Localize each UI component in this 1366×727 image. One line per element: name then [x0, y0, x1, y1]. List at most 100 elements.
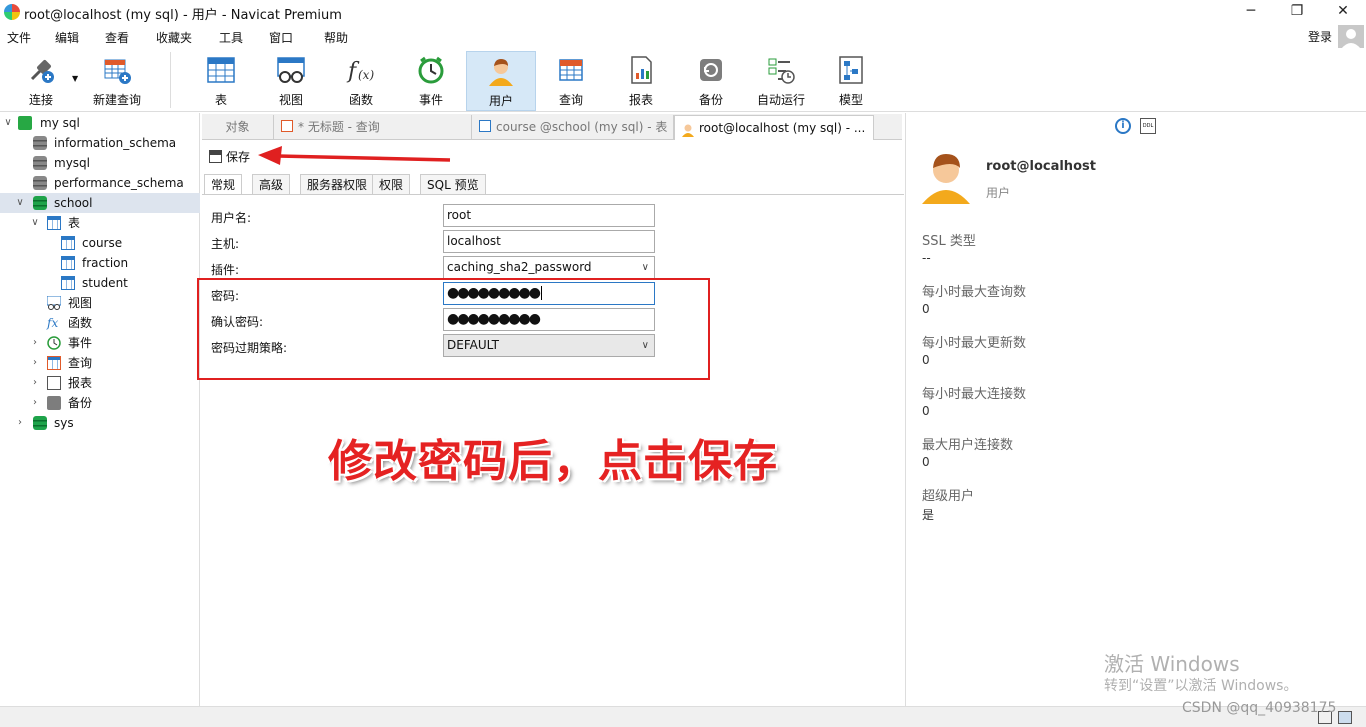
tree-views-folder[interactable]: 视图: [0, 293, 200, 313]
toolbar-query-button[interactable]: 查询: [546, 51, 596, 111]
database-label: information_schema: [54, 136, 177, 150]
max-user-connections-value: 0: [922, 455, 930, 469]
close-button[interactable]: ✕: [1320, 0, 1366, 24]
view-mode-active-icon[interactable]: [1338, 711, 1352, 724]
collapse-icon[interactable]: ∨: [14, 193, 26, 213]
host-field[interactable]: localhost: [443, 230, 655, 253]
expand-icon[interactable]: ›: [29, 333, 41, 353]
toolbar-backup-button[interactable]: 备份: [686, 51, 736, 111]
connect-label: 连接: [28, 93, 53, 107]
tree-table-student[interactable]: student: [0, 273, 200, 293]
username-label: 用户名:: [211, 211, 252, 225]
save-button[interactable]: 保存: [206, 148, 250, 166]
user-type: 用户: [986, 186, 1011, 200]
toolbar-event-button[interactable]: 事件: [406, 51, 456, 111]
database-icon: [33, 416, 47, 430]
new-query-icon: [102, 55, 132, 85]
annotation-text: 修改密码后，点击保存: [328, 436, 778, 487]
database-icon: [33, 136, 47, 150]
collapse-icon[interactable]: ∨: [2, 113, 14, 133]
toolbar-model-button[interactable]: 模型: [826, 51, 876, 111]
tree-queries-folder[interactable]: › 查询: [0, 353, 200, 373]
automation-icon: [766, 55, 796, 85]
table-folder-icon: [47, 216, 61, 230]
tab-root-user[interactable]: root@localhost (my sql) - ...: [674, 115, 874, 140]
expand-icon[interactable]: ›: [14, 413, 26, 433]
report-label: 报表: [628, 93, 653, 107]
connect-button[interactable]: 连接: [18, 51, 64, 111]
clock-icon: [416, 55, 446, 85]
database-label: sys: [54, 416, 74, 430]
ddl-icon[interactable]: DDL: [1140, 118, 1156, 134]
title-bar: root@localhost (my sql) - 用户 - Navicat P…: [0, 0, 1366, 24]
database-label: school: [54, 196, 93, 210]
menu-file[interactable]: 文件: [7, 29, 31, 46]
menu-tools[interactable]: 工具: [219, 29, 243, 46]
toolbar-view-button[interactable]: 视图: [266, 51, 316, 111]
collapse-icon[interactable]: ∨: [29, 213, 41, 233]
plugin-label: 插件:: [211, 263, 240, 277]
backup-label: 备份: [698, 93, 723, 107]
max-connections-label: 每小时最大连接数: [922, 387, 1027, 402]
account-avatar-icon[interactable]: [1338, 25, 1364, 49]
subtab-sql-preview[interactable]: SQL 预览: [420, 174, 486, 195]
tab-objects[interactable]: 对象: [202, 115, 274, 140]
svg-text:(x): (x): [358, 68, 374, 82]
connect-dropdown-icon[interactable]: ▼: [72, 74, 78, 83]
tree-db-performance-schema[interactable]: performance_schema: [0, 173, 200, 193]
maximize-button[interactable]: ❐: [1274, 0, 1320, 24]
reports-folder-label: 报表: [68, 376, 93, 390]
subtab-divider: [202, 194, 904, 195]
menu-window[interactable]: 窗口: [269, 29, 293, 46]
document-tabs: 对象 * 无标题 - 查询 course @school (my sql) - …: [202, 114, 902, 140]
tree-events-folder[interactable]: › 事件: [0, 333, 200, 353]
menu-view[interactable]: 查看: [105, 29, 129, 46]
tree-db-information-schema[interactable]: information_schema: [0, 133, 200, 153]
info-icon[interactable]: i: [1115, 118, 1131, 134]
tables-folder-label: 表: [68, 216, 81, 230]
tab-course-table[interactable]: course @school (my sql) - 表: [474, 115, 674, 140]
query-icon: [281, 120, 293, 132]
toolbar-report-button[interactable]: 报表: [616, 51, 666, 111]
table-label: course: [82, 236, 123, 250]
tree-table-fraction[interactable]: fraction: [0, 253, 200, 273]
tree-reports-folder[interactable]: › 报表: [0, 373, 200, 393]
menu-favorites[interactable]: 收藏夹: [156, 29, 192, 46]
tree-db-sys[interactable]: › sys: [0, 413, 200, 433]
subtab-advanced[interactable]: 高级: [252, 174, 291, 195]
login-link[interactable]: 登录: [1308, 28, 1332, 45]
view-icon: [276, 55, 306, 85]
tree-table-course[interactable]: course: [0, 233, 200, 253]
tree-db-mysql[interactable]: mysql: [0, 153, 200, 173]
tree-backups-folder[interactable]: › 备份: [0, 393, 200, 413]
menu-edit[interactable]: 编辑: [55, 29, 79, 46]
tab-untitled-query[interactable]: * 无标题 - 查询: [276, 115, 472, 140]
subtab-server-privileges[interactable]: 服务器权限: [300, 174, 375, 195]
plugin-select[interactable]: caching_sha2_password ∨: [443, 256, 655, 279]
superuser-value: 是: [922, 508, 935, 522]
table-label: student: [82, 276, 128, 290]
expand-icon[interactable]: ›: [29, 393, 41, 413]
connection-label: my sql: [40, 116, 80, 130]
toolbar-automation-button[interactable]: 自动运行: [751, 51, 811, 111]
subtab-privileges[interactable]: 权限: [372, 174, 411, 195]
toolbar-function-button[interactable]: f (x) 函数: [336, 51, 386, 111]
expand-icon[interactable]: ›: [29, 373, 41, 393]
chevron-down-icon: ∨: [641, 262, 649, 273]
tree-tables-folder[interactable]: ∨ 表: [0, 213, 200, 233]
tree-db-school[interactable]: ∨ school: [0, 193, 200, 213]
tree-functions-folder[interactable]: fx 函数: [0, 313, 200, 333]
new-query-button[interactable]: 新建查询: [90, 51, 144, 111]
toolbar-table-button[interactable]: 表: [196, 51, 246, 111]
expand-icon[interactable]: ›: [29, 353, 41, 373]
table-icon: [206, 55, 236, 85]
toolbar-user-button[interactable]: 用户: [466, 51, 536, 111]
username-field[interactable]: root: [443, 204, 655, 227]
tree-connection-mysql[interactable]: ∨ my sql: [0, 113, 200, 133]
event-label: 事件: [418, 93, 443, 107]
max-queries-value: 0: [922, 302, 930, 316]
subtab-general[interactable]: 常规: [204, 174, 243, 195]
minimize-button[interactable]: ─: [1228, 0, 1274, 24]
menu-help[interactable]: 帮助: [324, 29, 348, 46]
table-label: 表: [214, 93, 227, 107]
